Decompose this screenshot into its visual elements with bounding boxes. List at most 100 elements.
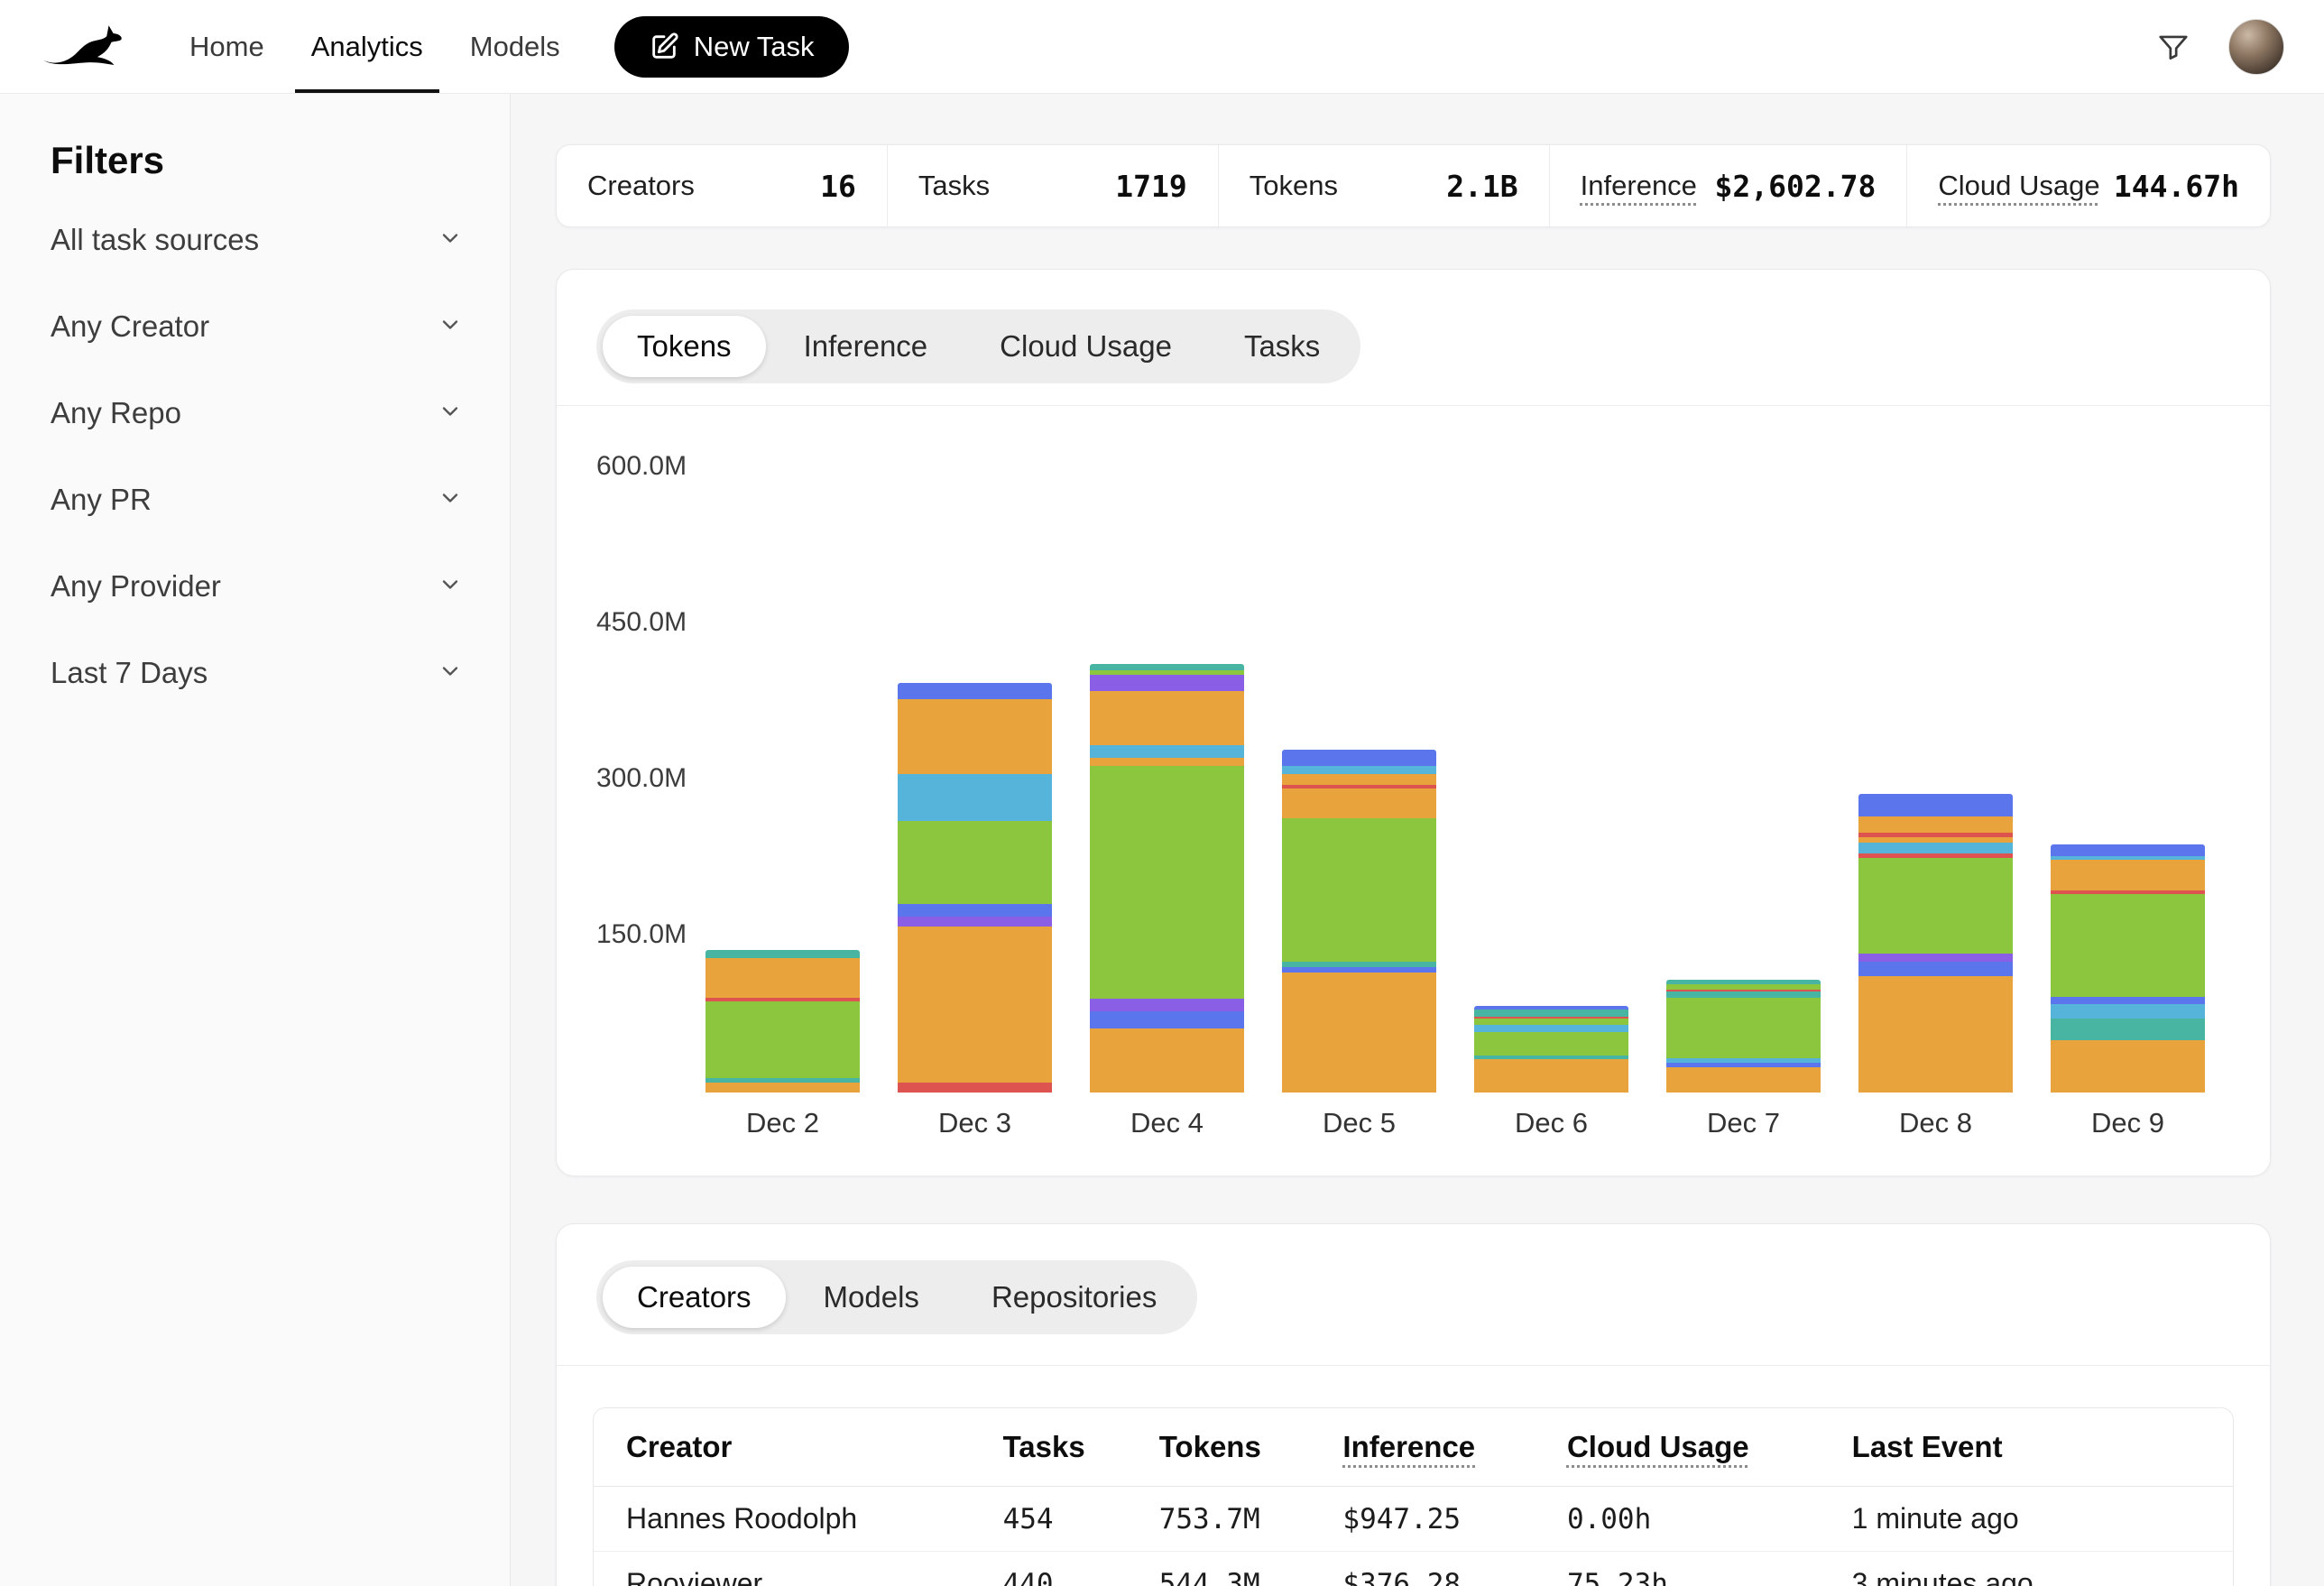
bar-segment-blue[interactable] <box>1282 750 1436 766</box>
bar-segment-green[interactable] <box>706 1001 860 1078</box>
stat-tokens: Tokens2.1B <box>1218 145 1549 226</box>
bar-segment-green[interactable] <box>2051 894 2205 997</box>
stat-label-inference[interactable]: Inference <box>1581 170 1697 202</box>
bar-segment-blue[interactable] <box>898 904 1052 917</box>
bar-segment-orange[interactable] <box>2051 860 2205 891</box>
chart-tab-cloud-usage[interactable]: Cloud Usage <box>965 316 1206 377</box>
bar-segment-sky[interactable] <box>1282 766 1436 774</box>
bar-segment-green[interactable] <box>1474 1032 1628 1055</box>
chart-tab-inference[interactable]: Inference <box>770 316 963 377</box>
bar-segment-blue[interactable] <box>2051 844 2205 856</box>
bar-segment-sky[interactable] <box>898 774 1052 821</box>
x-axis-label-dec-6: Dec 6 <box>1474 1107 1628 1139</box>
bar-segment-orange[interactable] <box>898 927 1052 1083</box>
bar-segment-orange[interactable] <box>706 958 860 998</box>
stat-value-tasks: 1719 <box>1115 169 1186 204</box>
kangaroo-logo[interactable] <box>40 0 134 93</box>
breakdown-tab-creators[interactable]: Creators <box>603 1267 786 1328</box>
bar-segment-orange[interactable] <box>1474 1059 1628 1093</box>
bar-segment-blue[interactable] <box>2051 997 2205 1004</box>
filters-title: Filters <box>51 139 463 182</box>
bar-segment-blue[interactable] <box>1090 1011 1244 1028</box>
breakdown-tab-models[interactable]: Models <box>789 1267 954 1328</box>
stat-label-cloud-usage[interactable]: Cloud Usage <box>1938 170 2099 202</box>
column-header-inference[interactable]: Inference <box>1310 1408 1535 1486</box>
bar-segment-orange[interactable] <box>1282 774 1436 785</box>
bar-segment-orange[interactable] <box>898 699 1052 774</box>
bar-segment-blue[interactable] <box>1282 967 1436 973</box>
bar-dec-7[interactable] <box>1666 980 1821 1093</box>
bar-segment-teal[interactable] <box>1090 664 1244 670</box>
bar-segment-teal[interactable] <box>1666 991 1821 998</box>
bar-segment-purple[interactable] <box>1090 675 1244 691</box>
user-avatar[interactable] <box>2228 19 2284 75</box>
bar-segment-sky[interactable] <box>1474 1025 1628 1032</box>
nav-item-home[interactable]: Home <box>173 0 281 93</box>
filter-any-creator[interactable]: Any Creator <box>51 283 463 370</box>
bar-segment-orange[interactable] <box>1282 973 1436 1093</box>
bar-segment-orange[interactable] <box>1090 1028 1244 1093</box>
cell-last_event: 1 minute ago <box>1820 1487 2233 1551</box>
bar-segment-teal[interactable] <box>2051 1019 2205 1040</box>
bar-segment-green[interactable] <box>1666 998 1821 1058</box>
breakdown-tab-repositories[interactable]: Repositories <box>957 1267 1191 1328</box>
bar-segment-teal[interactable] <box>1474 1010 1628 1017</box>
nav-item-models[interactable]: Models <box>454 0 576 93</box>
table-row-rooviewer[interactable]: Rooviewer440544.3M$376.2875.23h3 minutes… <box>594 1552 2233 1586</box>
bar-segment-red[interactable] <box>898 1083 1052 1093</box>
new-task-button[interactable]: New Task <box>614 16 849 78</box>
bar-segment-orange[interactable] <box>1858 976 2013 1093</box>
filter-any-repo[interactable]: Any Repo <box>51 370 463 456</box>
x-axis-label-dec-4: Dec 4 <box>1090 1107 1244 1139</box>
bar-dec-8[interactable] <box>1858 794 2013 1093</box>
bar-segment-orange[interactable] <box>1090 691 1244 745</box>
bar-segment-blue[interactable] <box>898 683 1052 699</box>
bar-segment-orange[interactable] <box>1282 788 1436 817</box>
bar-segment-orange[interactable] <box>2051 1040 2205 1093</box>
bar-segment-green[interactable] <box>1090 766 1244 999</box>
bar-segment-orange[interactable] <box>1666 1067 1821 1093</box>
bar-segment-purple[interactable] <box>1858 954 2013 962</box>
page-layout: Filters All task sources Any Creator Any R… <box>0 94 2324 1586</box>
table-row-hannes-roodolph[interactable]: Hannes Roodolph454753.7M$947.250.00h1 mi… <box>594 1487 2233 1552</box>
bar-segment-orange[interactable] <box>706 1083 860 1093</box>
bar-segment-teal[interactable] <box>706 950 860 958</box>
bar-dec-4[interactable] <box>1090 664 1244 1093</box>
bar-segment-green[interactable] <box>1474 1019 1628 1025</box>
bar-segment-sky[interactable] <box>1858 843 2013 853</box>
chart-tab-tokens[interactable]: Tokens <box>603 316 766 377</box>
filter-all-task-sources[interactable]: All task sources <box>51 197 463 283</box>
filter-funnel-icon[interactable] <box>2156 30 2190 64</box>
bar-segment-orange[interactable] <box>1858 816 2013 833</box>
bar-segment-purple[interactable] <box>1090 999 1244 1011</box>
kangaroo-logo-icon <box>40 20 134 74</box>
bar-segment-sky[interactable] <box>2051 1004 2205 1019</box>
filter-any-pr[interactable]: Any PR <box>51 456 463 543</box>
topbar: HomeAnalyticsModels New Task <box>0 0 2324 94</box>
filter-last-7-days[interactable]: Last 7 Days <box>51 630 463 716</box>
bar-segment-green[interactable] <box>1282 818 1436 962</box>
filter-label-all-task-sources: All task sources <box>51 223 259 257</box>
bar-segment-orange[interactable] <box>1090 758 1244 766</box>
bar-segment-green[interactable] <box>898 821 1052 904</box>
chart-tab-tasks[interactable]: Tasks <box>1210 316 1354 377</box>
bar-dec-6[interactable] <box>1474 1006 1628 1093</box>
bar-dec-3[interactable] <box>898 683 1052 1093</box>
column-header-cloud-usage[interactable]: Cloud Usage <box>1535 1408 1820 1486</box>
breakdown-tab-group: CreatorsModelsRepositories <box>596 1260 1197 1334</box>
stat-inference: Inference$2,602.78 <box>1549 145 1907 226</box>
bar-dec-2[interactable] <box>706 950 860 1093</box>
bar-segment-blue[interactable] <box>1858 962 2013 976</box>
bar-dec-9[interactable] <box>2051 844 2205 1093</box>
cell-tasks: 454 <box>971 1488 1127 1551</box>
bar-dec-5[interactable] <box>1282 750 1436 1093</box>
bar-segment-orange[interactable] <box>1858 837 2013 844</box>
bar-segment-sky[interactable] <box>1090 745 1244 758</box>
bar-segment-purple[interactable] <box>898 917 1052 926</box>
cell-last_event: 3 minutes ago <box>1820 1552 2233 1586</box>
bar-segment-green[interactable] <box>1858 858 2013 954</box>
filter-label-any-repo: Any Repo <box>51 396 181 430</box>
bar-segment-blue[interactable] <box>1858 794 2013 816</box>
nav-item-analytics[interactable]: Analytics <box>295 0 439 93</box>
filter-any-provider[interactable]: Any Provider <box>51 543 463 630</box>
